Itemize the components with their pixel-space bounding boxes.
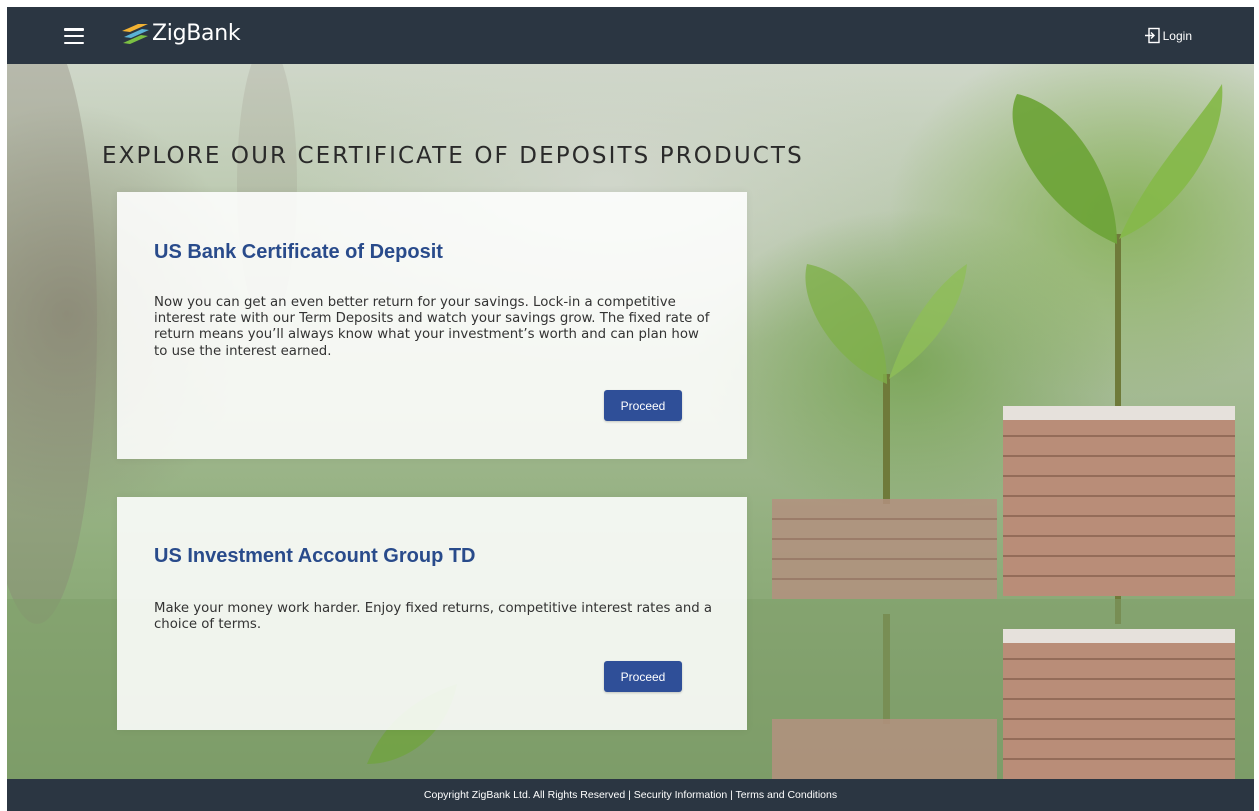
top-navbar: ZigBank Login	[7, 7, 1254, 64]
brand-logo[interactable]: ZigBank	[120, 21, 241, 46]
product-description: Make your money work harder. Enjoy fixed…	[154, 601, 713, 633]
product-title: US Bank Certificate of Deposit	[154, 241, 443, 263]
hero-banner: EXPLORE OUR CERTIFICATE OF DEPOSITS PROD…	[7, 64, 1254, 779]
proceed-button[interactable]: Proceed	[604, 390, 682, 421]
footer-text: Copyright ZigBank Ltd. All Rights Reserv…	[423, 789, 838, 801]
login-button[interactable]: Login	[1144, 27, 1192, 44]
page-frame: ZigBank Login EXPLORE OUR CERTIFICATE OF…	[7, 7, 1254, 811]
product-card: US Investment Account Group TD Make your…	[117, 497, 747, 730]
login-label: Login	[1162, 28, 1192, 43]
product-card: US Bank Certificate of Deposit Now you c…	[117, 192, 747, 459]
proceed-button[interactable]: Proceed	[604, 661, 682, 692]
brand-name: ZigBank	[152, 21, 241, 46]
footer: Copyright ZigBank Ltd. All Rights Reserv…	[7, 779, 1254, 811]
page-title: EXPLORE OUR CERTIFICATE OF DEPOSITS PROD…	[102, 143, 804, 170]
product-title: US Investment Account Group TD	[154, 545, 476, 567]
login-icon	[1144, 27, 1160, 44]
hamburger-menu-icon[interactable]	[64, 28, 84, 45]
product-description: Now you can get an even better return fo…	[154, 295, 710, 359]
zigbank-logo-icon	[122, 23, 149, 44]
